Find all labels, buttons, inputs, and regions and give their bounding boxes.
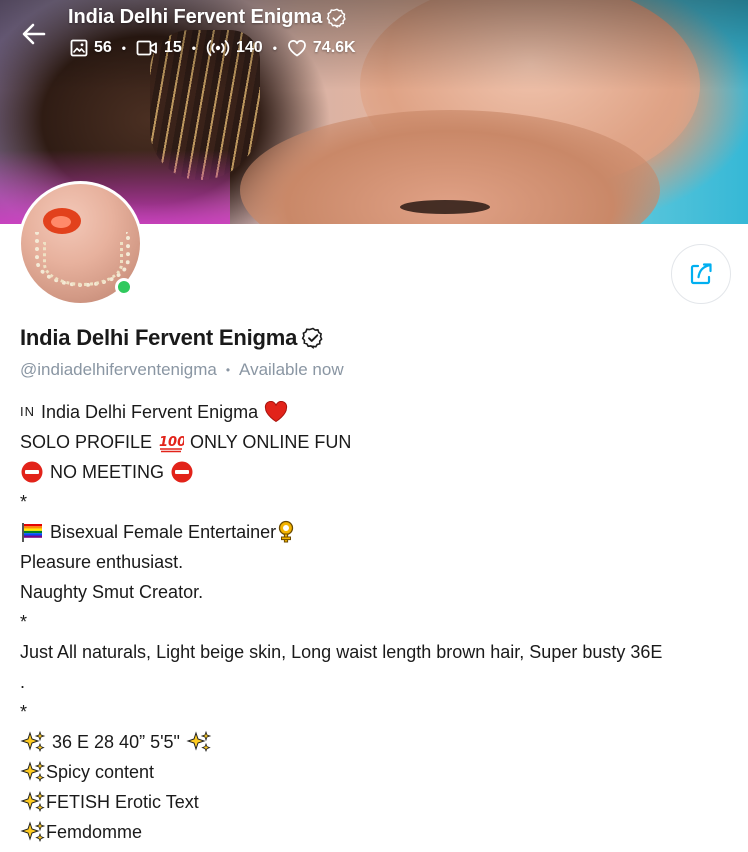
bio-text: Spicy content [46, 762, 155, 782]
stat-videos: 15 [136, 39, 182, 57]
back-button[interactable] [18, 18, 50, 50]
heart-icon [288, 39, 306, 57]
stat-separator: • [121, 41, 126, 55]
bio-text: * [20, 612, 28, 632]
profile-name: India Delhi Fervent Enigma [20, 325, 325, 351]
sparkles-icon [20, 730, 46, 753]
red-heart-icon [265, 401, 288, 423]
bio-text: Naughty Smut Creator. [20, 582, 204, 602]
hundred-points-icon: 100 [159, 435, 184, 453]
bio-text: Just All naturals, Light beige skin, Lon… [20, 642, 663, 662]
bio-text: NO MEETING [50, 462, 165, 482]
stat-likes-count: 74.6K [312, 39, 356, 56]
sparkles-icon [20, 790, 46, 813]
rainbow-flag-icon [22, 523, 42, 542]
sparkles-icon [20, 760, 46, 783]
stat-separator: • [272, 41, 277, 55]
handle-row: @indiadelhiferventenigma • Available now [20, 360, 344, 380]
bio-line: * [20, 697, 735, 727]
profile-name-text: India Delhi Fervent Enigma [20, 325, 298, 350]
image-icon [70, 39, 88, 57]
bio-text: . [20, 672, 26, 692]
bio-line: NO MEETING [20, 457, 735, 487]
bio-line: . [20, 667, 735, 697]
share-button[interactable] [671, 244, 731, 304]
svg-text:100: 100 [159, 435, 184, 450]
bio-text: Bisexual Female Entertainer [50, 522, 277, 542]
profile-bio: IN India Delhi Fervent Enigma SOLO PROFI… [20, 397, 735, 847]
bio-text: ONLY ONLINE FUN [190, 432, 352, 452]
bio-line: 36 E 28 40” 5'5" [20, 727, 735, 757]
bio-line: * [20, 487, 735, 517]
bio-line: Naughty Smut Creator. [20, 577, 735, 607]
no-entry-icon [171, 461, 193, 483]
country-flag-in: IN [20, 404, 35, 419]
bio-text: Pleasure enthusiast. [20, 552, 184, 572]
arrow-left-icon [22, 23, 46, 45]
bio-line: * [20, 607, 735, 637]
header-title-text: India Delhi Fervent Enigma [68, 6, 323, 28]
bio-line: FETISH Erotic Text [20, 787, 735, 817]
stat-likes: 74.6K [287, 39, 356, 57]
share-icon [690, 263, 712, 285]
online-status-indicator [115, 278, 133, 296]
sparkles-icon [186, 730, 212, 753]
verified-badge-icon [326, 7, 346, 28]
bio-text: * [20, 492, 28, 512]
no-entry-icon [21, 461, 43, 483]
female-sign-icon [278, 520, 294, 543]
bio-line: IN India Delhi Fervent Enigma [20, 397, 735, 427]
bio-line: Pleasure enthusiast. [20, 547, 735, 577]
bio-text: * [20, 702, 28, 722]
stat-photos-count: 56 [94, 39, 112, 56]
stat-streams-count: 140 [236, 39, 263, 56]
bio-line: Bisexual Female Entertainer [20, 517, 735, 547]
bio-line: SOLO PROFILE 100 ONLY ONLINE FUN [20, 427, 735, 457]
bio-line: Femdomme [20, 817, 735, 847]
bio-text: FETISH Erotic Text [46, 792, 199, 812]
stat-videos-count: 15 [164, 39, 182, 56]
bio-text: 36 E 28 40” 5'5" [52, 732, 180, 752]
separator: • [225, 363, 231, 377]
bio-text: India Delhi Fervent Enigma [41, 402, 259, 422]
availability-status: Available now [239, 360, 344, 379]
stat-separator: • [191, 41, 196, 55]
verified-badge-icon [301, 327, 323, 350]
sparkles-icon [20, 820, 46, 843]
bio-text: SOLO PROFILE [20, 432, 153, 452]
profile-stats: 56 • 15 • 140 • 74.6K [70, 39, 356, 57]
broadcast-icon [206, 40, 230, 56]
video-icon [136, 40, 157, 56]
bio-line: Just All naturals, Light beige skin, Lon… [20, 637, 735, 667]
stat-photos: 56 [70, 39, 112, 57]
bio-line: Spicy content [20, 757, 735, 787]
bio-text: Femdomme [46, 822, 143, 842]
header-title: India Delhi Fervent Enigma [68, 6, 348, 29]
profile-handle: @indiadelhiferventenigma [20, 360, 217, 379]
stat-streams: 140 [206, 39, 263, 57]
